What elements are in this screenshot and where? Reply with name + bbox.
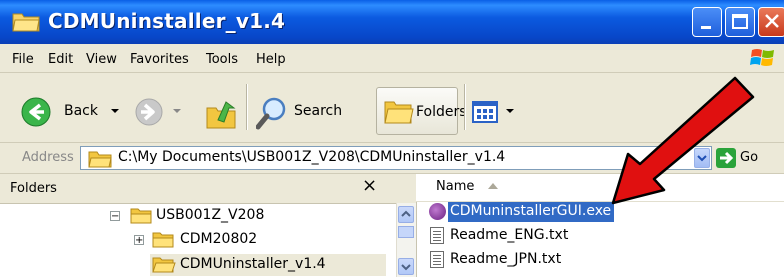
- red-arrow-annotation: [611, 76, 755, 205]
- explorer-window: CDMUninstaller_v1.4 File Edit View Favor…: [0, 0, 784, 277]
